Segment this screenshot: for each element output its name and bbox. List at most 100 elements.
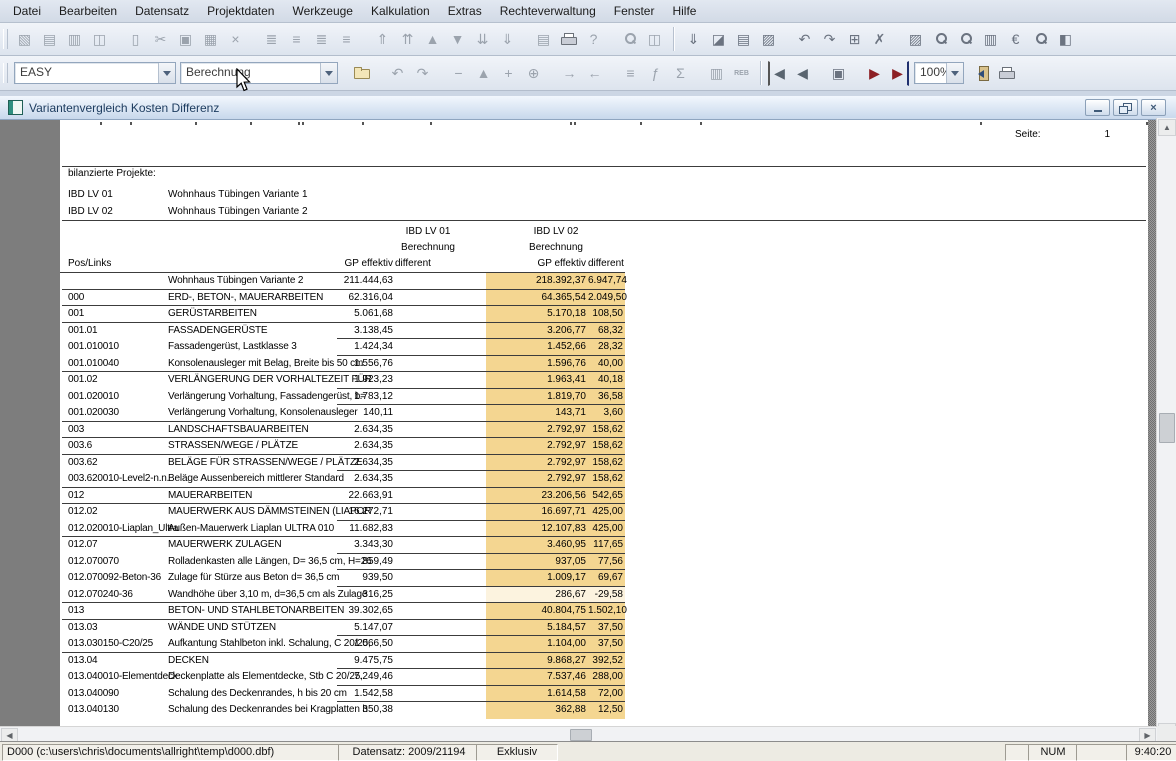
new-document-icon[interactable]: ▯ [123,27,148,52]
vertical-scrollbar[interactable]: ▲ ▼ [1156,118,1176,741]
move-down-fast-icon[interactable]: ⇊ [470,27,495,52]
print-report-icon[interactable] [994,61,1019,86]
minimize-button[interactable] [1085,99,1110,116]
variant-combobox-value: EASY [15,63,158,83]
menu-item-extras[interactable]: Extras [439,1,491,22]
move-down-icon[interactable]: ▼ [445,27,470,52]
menu-item-datei[interactable]: Datei [4,1,50,22]
move-bottom-icon[interactable]: ⇓ [495,27,520,52]
window-preview-icon[interactable]: ▧ [12,27,37,52]
chevron-down-icon[interactable] [946,63,963,83]
image-view-icon[interactable]: ▥ [62,27,87,52]
paste-icon[interactable]: ▦ [198,27,223,52]
user-page-icon[interactable]: ◧ [1053,27,1078,52]
zoom-query-icon[interactable] [953,27,978,52]
redo-icon[interactable]: ↷ [410,61,435,86]
layout-columns-icon[interactable]: ◫ [642,27,667,52]
move-up-icon[interactable]: ▲ [420,27,445,52]
table-row: 001.020010Verlängerung Vorhaltung, Fassa… [60,389,625,406]
chevron-down-icon[interactable] [158,63,175,83]
nav-next-icon[interactable]: ▶ [862,61,887,86]
sum-icon[interactable]: Σ [668,61,693,86]
undo-icon[interactable]: ↶ [385,61,410,86]
row-gp-effektiv-lv01: 2.634,35 [337,455,395,472]
row-gp-effektiv-lv01: 2.634,35 [337,438,395,455]
open-variant-icon[interactable] [349,61,374,86]
tree-insert-icon[interactable]: ≣ [259,27,284,52]
page-forward-icon[interactable]: ▥ [978,27,1003,52]
report-view-icon[interactable]: ▤ [37,27,62,52]
vertical-scroll-thumb[interactable] [1159,413,1175,443]
scroll-right-icon[interactable]: ▶ [1139,728,1156,742]
insert-position-icon[interactable]: ▲ [471,61,496,86]
undo-branch-icon[interactable]: ↶ [792,27,817,52]
menu-item-rechteverwaltung[interactable]: Rechteverwaltung [491,1,605,22]
row-different-lv02: 158,62 [588,438,625,455]
menu-item-bearbeiten[interactable]: Bearbeiten [50,1,126,22]
add-position-icon[interactable]: + [496,61,521,86]
menu-item-fenster[interactable]: Fenster [605,1,664,22]
zoom-page-icon[interactable] [1028,27,1053,52]
indent-right-icon[interactable]: → [557,61,582,86]
page-copy-icon[interactable]: ▤ [731,27,756,52]
move-up-fast-icon[interactable]: ⇈ [395,27,420,52]
nav-last-icon[interactable]: ▶ [887,61,909,86]
menu-item-hilfe[interactable]: Hilfe [663,1,705,22]
zoom-search-icon[interactable] [928,27,953,52]
indent-left-icon[interactable]: ← [582,61,607,86]
redo-branch-icon[interactable]: ↷ [817,27,842,52]
remove-position-icon[interactable]: − [446,61,471,86]
import-record-icon[interactable]: ⇓ [681,27,706,52]
add-sub-position-icon[interactable]: ⊕ [521,61,546,86]
menu-item-werkzeuge[interactable]: Werkzeuge [283,1,361,22]
copy-icon[interactable]: ▣ [173,27,198,52]
report-page: Seite: 1 bilanzierte Projekte: IBD LV 01… [60,120,1148,728]
page-edit-icon[interactable]: ▨ [756,27,781,52]
menu-item-kalkulation[interactable]: Kalkulation [362,1,439,22]
project-book-icon[interactable]: ◫ [87,27,112,52]
menu-item-projektdaten[interactable]: Projektdaten [198,1,283,22]
print-icon[interactable] [556,27,581,52]
menu-item-datensatz[interactable]: Datensatz [126,1,198,22]
window-tiles-icon[interactable]: ⊞ [842,27,867,52]
toolbar-grip[interactable] [3,63,8,83]
view-combobox[interactable]: Berechnung [180,62,338,84]
copy-record-icon[interactable]: ▣ [826,61,851,86]
row-gp-effektiv-lv02: 1.452,66 [486,339,588,356]
horizontal-scroll-thumb[interactable] [570,729,592,741]
horizontal-scrollbar[interactable]: ◀ ▶ [0,726,1157,742]
tree-outline-icon[interactable]: ≡ [284,27,309,52]
nav-first-icon[interactable]: ◀ [768,61,790,86]
scroll-left-icon[interactable]: ◀ [1,728,18,742]
column-headers: Pos/Links GP effektiv different GP effek… [60,256,625,273]
tree-promote-icon[interactable]: ≣ [309,27,334,52]
nav-prev-icon[interactable]: ◀ [790,61,815,86]
close-button[interactable]: × [1141,99,1166,116]
script-edit-icon[interactable]: ▨ [903,27,928,52]
toolbar-grip[interactable] [3,29,8,49]
list-numbering-icon[interactable]: ≡ [618,61,643,86]
row-code: 013.03 [68,620,168,637]
reb-icon[interactable]: REB [729,61,754,86]
tree-demote-icon[interactable]: ≡ [334,27,359,52]
search-icon[interactable] [617,27,642,52]
archive-book-icon[interactable]: ◪ [706,27,731,52]
zoom-combobox[interactable]: 100% [914,62,964,84]
row-description: GERÜSTARBEITEN [168,306,337,323]
print-preview-icon[interactable]: ▤ [531,27,556,52]
variant-combobox[interactable]: EASY [14,62,176,84]
delete-icon[interactable]: × [223,27,248,52]
cut-icon[interactable]: ✂ [148,27,173,52]
restore-button[interactable] [1113,99,1138,116]
table-euro-icon[interactable]: € [1003,27,1028,52]
formula-icon[interactable]: ƒ [643,61,668,86]
child-window-titlebar[interactable]: Variantenvergleich Kosten Differenz × [0,96,1176,120]
statistics-icon[interactable]: ▥ [704,61,729,86]
row-gap [432,356,486,373]
close-preview-icon[interactable] [969,61,994,86]
move-top-icon[interactable]: ⇑ [370,27,395,52]
unpin-icon[interactable]: ✗ [867,27,892,52]
scroll-up-icon[interactable]: ▲ [1158,119,1176,136]
chevron-down-icon[interactable] [320,63,337,83]
help-icon[interactable]: ? [581,27,606,52]
